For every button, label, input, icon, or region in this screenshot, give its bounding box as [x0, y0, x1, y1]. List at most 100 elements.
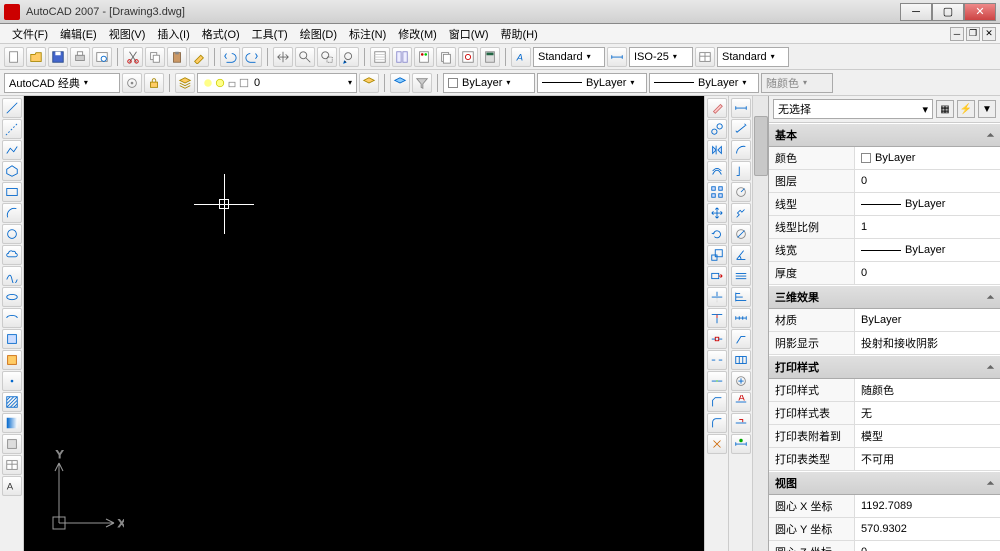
property-value[interactable]: 1	[855, 216, 1000, 238]
tolerance-button[interactable]	[731, 350, 751, 370]
property-value[interactable]: 无	[855, 402, 1000, 424]
ellipse-arc-button[interactable]	[2, 308, 22, 328]
property-value[interactable]: 投射和接收阴影	[855, 332, 1000, 354]
region-button[interactable]	[2, 434, 22, 454]
zoom-previous-button[interactable]	[339, 47, 359, 67]
dim-text-edit-button[interactable]	[731, 413, 751, 433]
property-row[interactable]: 线型ByLayer	[769, 193, 1000, 216]
menu-tools[interactable]: 工具(T)	[246, 24, 294, 44]
trim-button[interactable]	[707, 287, 727, 307]
lineweight-combo[interactable]: ByLayer▾	[649, 73, 759, 93]
ellipse-button[interactable]	[2, 287, 22, 307]
print-button[interactable]	[70, 47, 90, 67]
break-at-point-button[interactable]	[707, 329, 727, 349]
scale-button[interactable]	[707, 245, 727, 265]
save-button[interactable]	[48, 47, 68, 67]
selection-combo[interactable]: 无选择▾	[773, 99, 933, 119]
insert-block-button[interactable]	[2, 329, 22, 349]
property-row[interactable]: 打印样式随颜色	[769, 379, 1000, 402]
quick-select-button[interactable]: ⚡	[957, 100, 975, 118]
property-value[interactable]: ByLayer	[855, 309, 1000, 331]
menu-dimension[interactable]: 标注(N)	[343, 24, 392, 44]
point-button[interactable]	[2, 371, 22, 391]
table-style-icon[interactable]	[695, 47, 715, 67]
dim-baseline-button[interactable]	[731, 287, 751, 307]
property-row[interactable]: 材质ByLayer	[769, 309, 1000, 332]
text-style-icon[interactable]: A	[511, 47, 531, 67]
revision-cloud-button[interactable]	[2, 245, 22, 265]
quick-dim-button[interactable]	[731, 266, 751, 286]
break-button[interactable]	[707, 350, 727, 370]
minimize-button[interactable]: ─	[900, 3, 932, 21]
extend-button[interactable]	[707, 308, 727, 328]
quick-calc-button[interactable]	[480, 47, 500, 67]
property-value[interactable]: 570.9302	[855, 518, 1000, 540]
arc-button[interactable]	[2, 203, 22, 223]
property-value[interactable]: 0	[855, 541, 1000, 551]
vertical-scrollbar[interactable]	[752, 96, 768, 551]
mdi-restore-button[interactable]: ❐	[966, 27, 980, 41]
move-button[interactable]	[707, 203, 727, 223]
toggle-pim-button[interactable]: ▦	[936, 100, 954, 118]
zoom-window-button[interactable]	[317, 47, 337, 67]
collapse-icon[interactable]: ⏶	[987, 478, 994, 489]
table-button[interactable]	[2, 455, 22, 475]
cut-button[interactable]	[123, 47, 143, 67]
dim-update-button[interactable]	[731, 434, 751, 454]
fillet-button[interactable]	[707, 413, 727, 433]
layer-filter-button[interactable]	[412, 73, 432, 93]
line-button[interactable]	[2, 98, 22, 118]
sheet-set-button[interactable]	[436, 47, 456, 67]
mdi-minimize-button[interactable]: ─	[950, 27, 964, 41]
menu-format[interactable]: 格式(O)	[196, 24, 246, 44]
paste-button[interactable]	[167, 47, 187, 67]
select-objects-button[interactable]: ▼	[978, 100, 996, 118]
make-block-button[interactable]	[2, 350, 22, 370]
layer-previous-button[interactable]	[359, 73, 379, 93]
workspace-lock-button[interactable]	[144, 73, 164, 93]
polyline-button[interactable]	[2, 140, 22, 160]
mtext-button[interactable]: A	[2, 476, 22, 496]
layer-properties-button[interactable]	[175, 73, 195, 93]
dim-arc-button[interactable]	[731, 140, 751, 160]
property-value[interactable]: ByLayer	[855, 147, 1000, 169]
dim-radius-button[interactable]	[731, 182, 751, 202]
property-row[interactable]: 打印样式表无	[769, 402, 1000, 425]
property-row[interactable]: 厚度0	[769, 262, 1000, 285]
stretch-button[interactable]	[707, 266, 727, 286]
dim-style-icon[interactable]	[607, 47, 627, 67]
mdi-close-button[interactable]: ✕	[982, 27, 996, 41]
property-value[interactable]: 0	[855, 170, 1000, 192]
section-plot-style[interactable]: 打印样式⏶	[769, 355, 1000, 379]
gradient-button[interactable]	[2, 413, 22, 433]
copy-object-button[interactable]	[707, 119, 727, 139]
property-value[interactable]: 随颜色	[855, 379, 1000, 401]
menu-draw[interactable]: 绘图(D)	[294, 24, 343, 44]
collapse-icon[interactable]: ⏶	[987, 362, 994, 373]
open-button[interactable]	[26, 47, 46, 67]
match-properties-button[interactable]	[189, 47, 209, 67]
plot-preview-button[interactable]	[92, 47, 112, 67]
plot-style-combo[interactable]: 随颜色▾	[761, 73, 833, 93]
pan-button[interactable]	[273, 47, 293, 67]
dim-diameter-button[interactable]	[731, 224, 751, 244]
collapse-icon[interactable]: ⏶	[987, 130, 994, 141]
dim-jogged-button[interactable]	[731, 203, 751, 223]
property-value[interactable]: 0	[855, 262, 1000, 284]
redo-button[interactable]	[242, 47, 262, 67]
layer-combo[interactable]: 0▾	[197, 73, 357, 93]
rotate-button[interactable]	[707, 224, 727, 244]
workspace-settings-button[interactable]	[122, 73, 142, 93]
design-center-button[interactable]	[392, 47, 412, 67]
layer-states-button[interactable]	[390, 73, 410, 93]
property-row[interactable]: 打印表类型不可用	[769, 448, 1000, 471]
section-3d-effect[interactable]: 三维效果⏶	[769, 285, 1000, 309]
workspace-combo[interactable]: AutoCAD 经典▾	[4, 73, 120, 93]
array-button[interactable]	[707, 182, 727, 202]
maximize-button[interactable]: ▢	[932, 3, 964, 21]
property-row[interactable]: 打印表附着到模型	[769, 425, 1000, 448]
color-combo[interactable]: ByLayer▾	[443, 73, 535, 93]
rectangle-button[interactable]	[2, 182, 22, 202]
menu-file[interactable]: 文件(F)	[6, 24, 54, 44]
menu-modify[interactable]: 修改(M)	[392, 24, 443, 44]
